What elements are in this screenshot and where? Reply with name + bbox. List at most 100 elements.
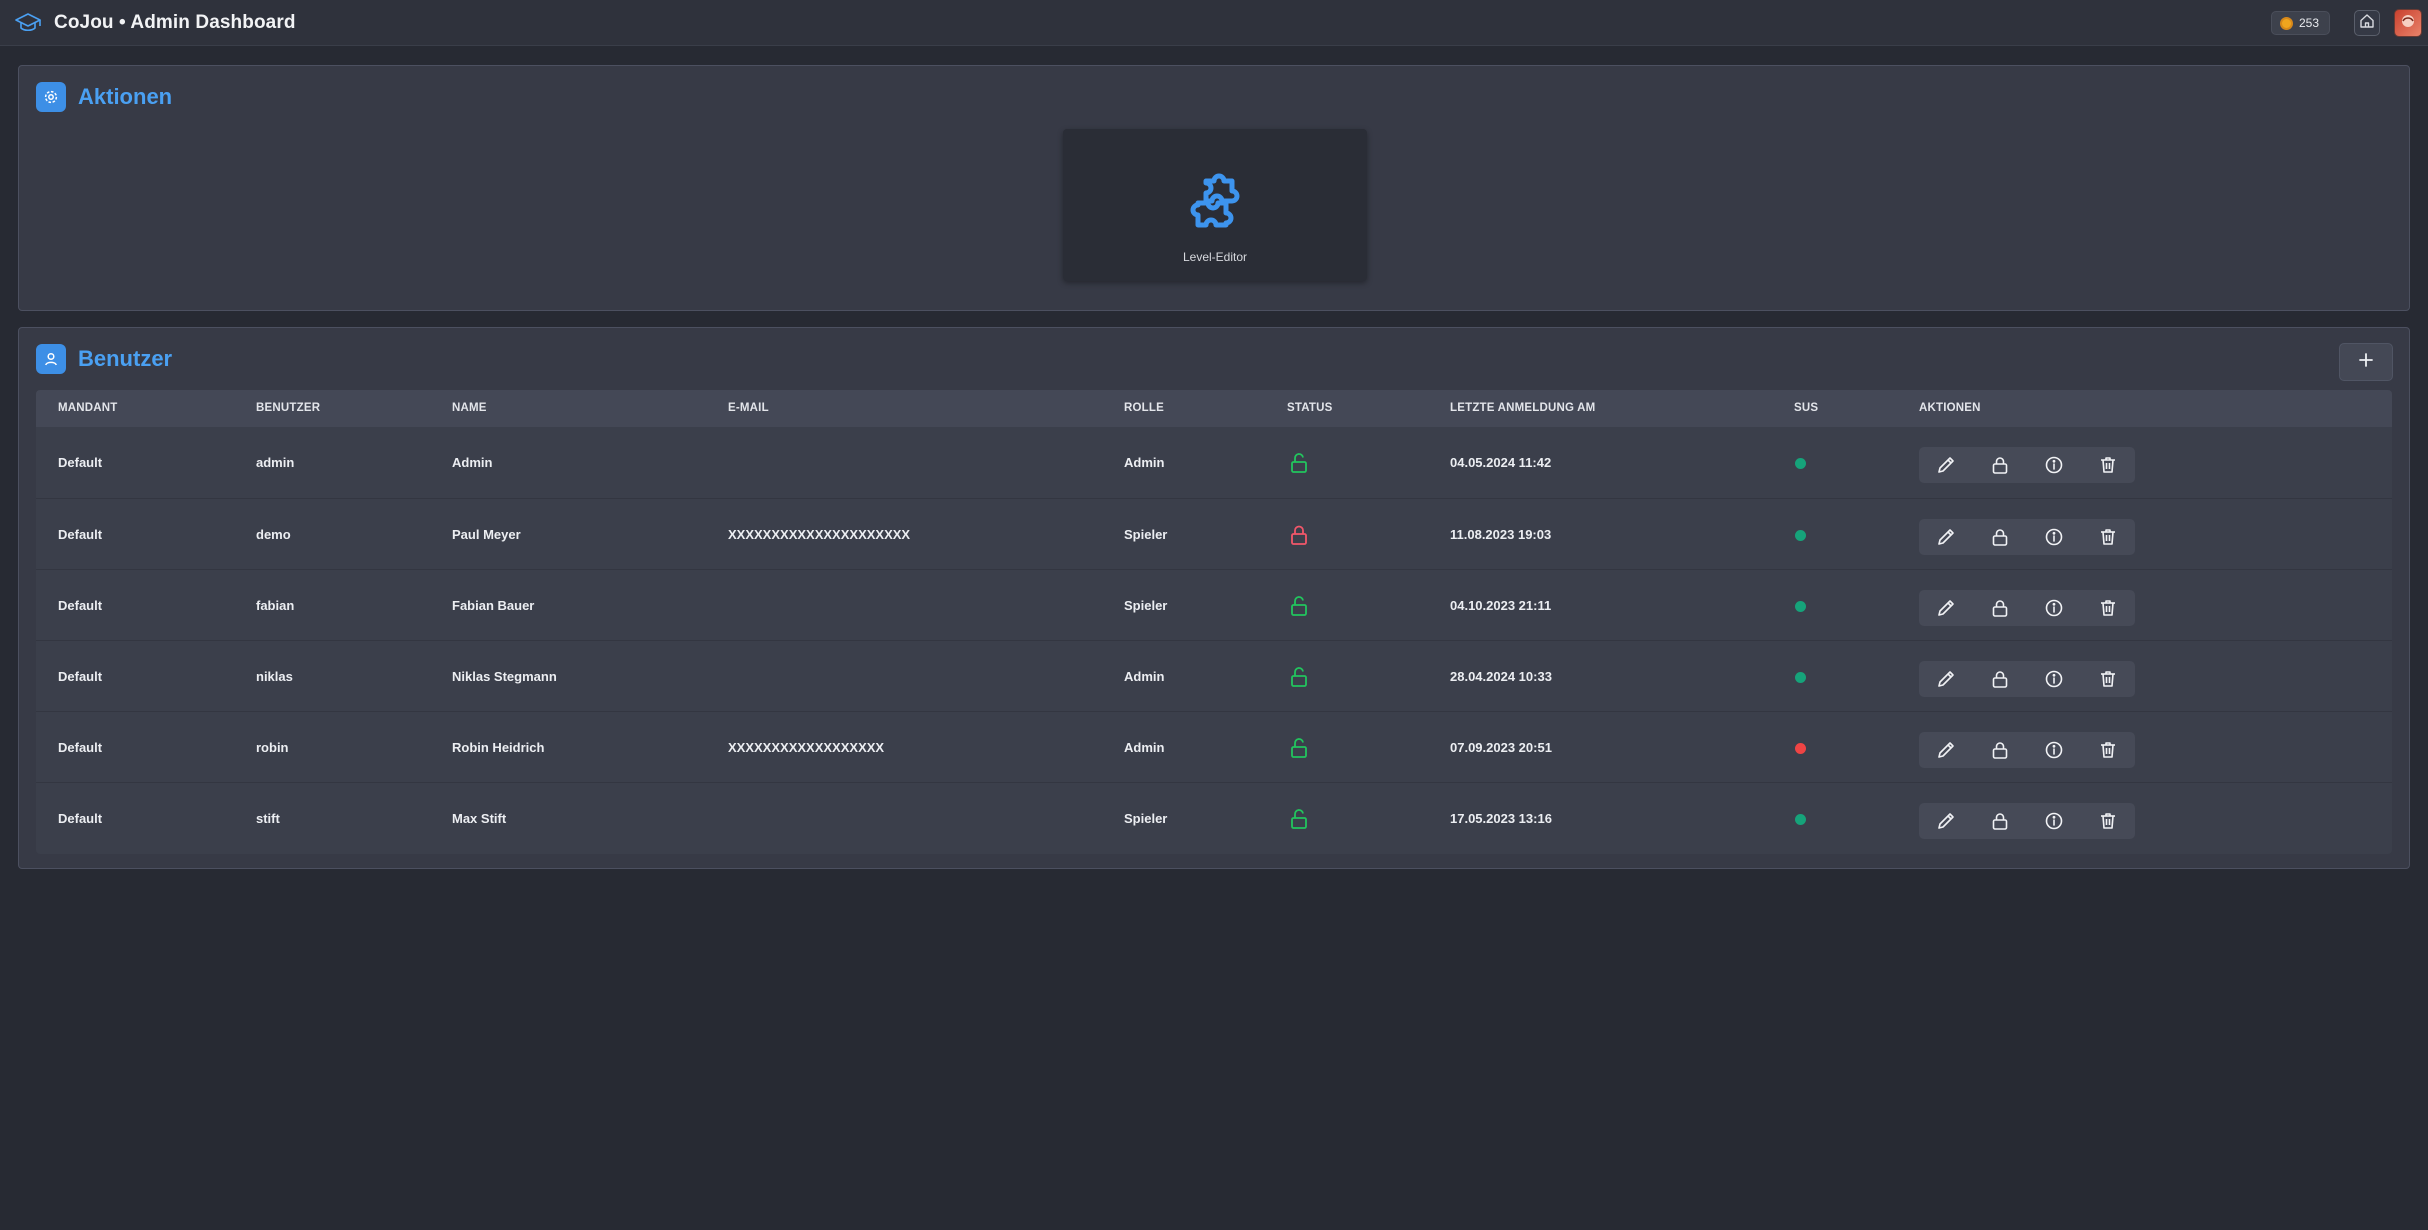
- edit-button[interactable]: [1919, 732, 1973, 768]
- lock-icon: [1990, 740, 2010, 760]
- info-button[interactable]: [2027, 732, 2081, 768]
- lock-button[interactable]: [1973, 732, 2027, 768]
- cell-last-login: 11.08.2023 19:03: [1450, 527, 1552, 542]
- column-header-last-login[interactable]: LETZTE ANMELDUNG AM: [1450, 390, 1595, 427]
- row-actions: [1919, 519, 2135, 555]
- info-icon: [2044, 527, 2064, 547]
- table-row[interactable]: Default demo Paul Meyer XXXXXXXXXXXXXXXXXXX…: [36, 498, 2392, 569]
- level-editor-label: Level-Editor: [1182, 250, 1248, 264]
- avatar[interactable]: [2394, 9, 2422, 37]
- sus-indicator: [1795, 458, 1806, 469]
- sus-indicator: [1795, 743, 1806, 754]
- cell-email: XXXXXXXXXXXXXXXXXX: [728, 740, 885, 755]
- row-actions: [1919, 590, 2135, 626]
- delete-button[interactable]: [2081, 590, 2135, 626]
- cell-name: Niklas Stegmann: [452, 669, 557, 684]
- brand[interactable]: CoJou • Admin Dashboard: [14, 11, 296, 35]
- coin-icon: [2279, 16, 2293, 30]
- sus-indicator: [1795, 530, 1806, 541]
- plus-icon: [2357, 351, 2375, 374]
- level-editor-card[interactable]: Level-Editor: [1063, 129, 1367, 281]
- delete-button[interactable]: [2081, 519, 2135, 555]
- lock-open-icon: [1289, 808, 1309, 830]
- gear-icon: [36, 82, 66, 112]
- user-avatar-icon: [2399, 12, 2417, 35]
- cell-mandant: Default: [58, 669, 103, 684]
- info-button[interactable]: [2027, 447, 2081, 483]
- info-button[interactable]: [2027, 519, 2081, 555]
- info-icon: [2044, 455, 2064, 475]
- edit-button[interactable]: [1919, 661, 1973, 697]
- edit-button[interactable]: [1919, 447, 1973, 483]
- delete-button[interactable]: [2081, 447, 2135, 483]
- edit-button[interactable]: [1919, 590, 1973, 626]
- cell-benutzer: admin: [256, 455, 295, 470]
- cell-mandant: Default: [58, 811, 103, 826]
- column-header-name[interactable]: NAME: [452, 390, 487, 427]
- edit-button[interactable]: [1919, 519, 1973, 555]
- lock-icon: [1990, 669, 2010, 689]
- coin-count: 253: [2298, 16, 2319, 30]
- trash-icon: [2098, 527, 2118, 547]
- cell-benutzer: demo: [256, 527, 291, 542]
- cell-rolle: Spieler: [1124, 598, 1168, 613]
- column-header-benutzer[interactable]: BENUTZER: [256, 390, 320, 427]
- info-icon: [2044, 669, 2064, 689]
- pencil-icon: [1936, 455, 1956, 475]
- lock-button[interactable]: [1973, 447, 2027, 483]
- column-header-rolle[interactable]: ROLLE: [1124, 390, 1164, 427]
- lock-closed-icon: [1289, 524, 1309, 546]
- lock-button[interactable]: [1973, 661, 2027, 697]
- cell-benutzer: niklas: [256, 669, 293, 684]
- lock-button[interactable]: [1973, 519, 2027, 555]
- info-icon: [2044, 598, 2064, 618]
- cell-mandant: Default: [58, 527, 103, 542]
- cell-rolle: Admin: [1124, 669, 1165, 684]
- cell-last-login: 28.04.2024 10:33: [1450, 669, 1552, 684]
- row-actions: [1919, 803, 2135, 839]
- pencil-icon: [1936, 669, 1956, 689]
- add-user-button[interactable]: [2339, 343, 2393, 381]
- delete-button[interactable]: [2081, 661, 2135, 697]
- table-row[interactable]: Default robin Robin Heidrich XXXXXXXXXXXXXX…: [36, 711, 2392, 782]
- pencil-icon: [1936, 598, 1956, 618]
- cell-rolle: Spieler: [1124, 811, 1168, 826]
- lock-button[interactable]: [1973, 590, 2027, 626]
- lock-open-icon: [1289, 452, 1309, 474]
- table-row[interactable]: Default admin Admin Admin 04.05.2024 11:42: [36, 427, 2392, 498]
- delete-button[interactable]: [2081, 803, 2135, 839]
- graduation-cap-icon: [14, 11, 42, 35]
- user-icon: [36, 344, 66, 374]
- column-header-email[interactable]: E-MAIL: [728, 390, 769, 427]
- cell-mandant: Default: [58, 740, 103, 755]
- column-header-actions: AKTIONEN: [1919, 402, 1981, 414]
- cell-rolle: Admin: [1124, 455, 1165, 470]
- lock-icon: [1990, 598, 2010, 618]
- trash-icon: [2098, 598, 2118, 618]
- pencil-icon: [1936, 740, 1956, 760]
- trash-icon: [2098, 811, 2118, 831]
- top-bar: CoJou • Admin Dashboard 253: [0, 0, 2428, 46]
- coin-counter[interactable]: 253: [2270, 11, 2330, 35]
- row-actions: [1919, 661, 2135, 697]
- table-row[interactable]: Default fabian Fabian Bauer Spieler 04.10.20…: [36, 569, 2392, 640]
- column-header-status[interactable]: STATUS: [1287, 390, 1333, 427]
- column-header-sus[interactable]: SUS: [1794, 390, 1818, 427]
- cell-email: XXXXXXXXXXXXXXXXXXXXX: [728, 527, 911, 542]
- row-actions: [1919, 447, 2135, 483]
- lock-button[interactable]: [1973, 803, 2027, 839]
- delete-button[interactable]: [2081, 732, 2135, 768]
- app-title: CoJou • Admin Dashboard: [54, 11, 296, 33]
- info-icon: [2044, 740, 2064, 760]
- home-button[interactable]: [2354, 10, 2380, 36]
- column-header-mandant[interactable]: MANDANT: [58, 390, 118, 427]
- table-row[interactable]: Default stift Max Stift Spieler 17.05.2023 1…: [36, 782, 2392, 853]
- info-button[interactable]: [2027, 803, 2081, 839]
- table-row[interactable]: Default niklas Niklas Stegmann Admin 28.04.2…: [36, 640, 2392, 711]
- cell-mandant: Default: [58, 598, 103, 613]
- pencil-icon: [1936, 527, 1956, 547]
- info-button[interactable]: [2027, 590, 2081, 626]
- info-button[interactable]: [2027, 661, 2081, 697]
- edit-button[interactable]: [1919, 803, 1973, 839]
- trash-icon: [2098, 740, 2118, 760]
